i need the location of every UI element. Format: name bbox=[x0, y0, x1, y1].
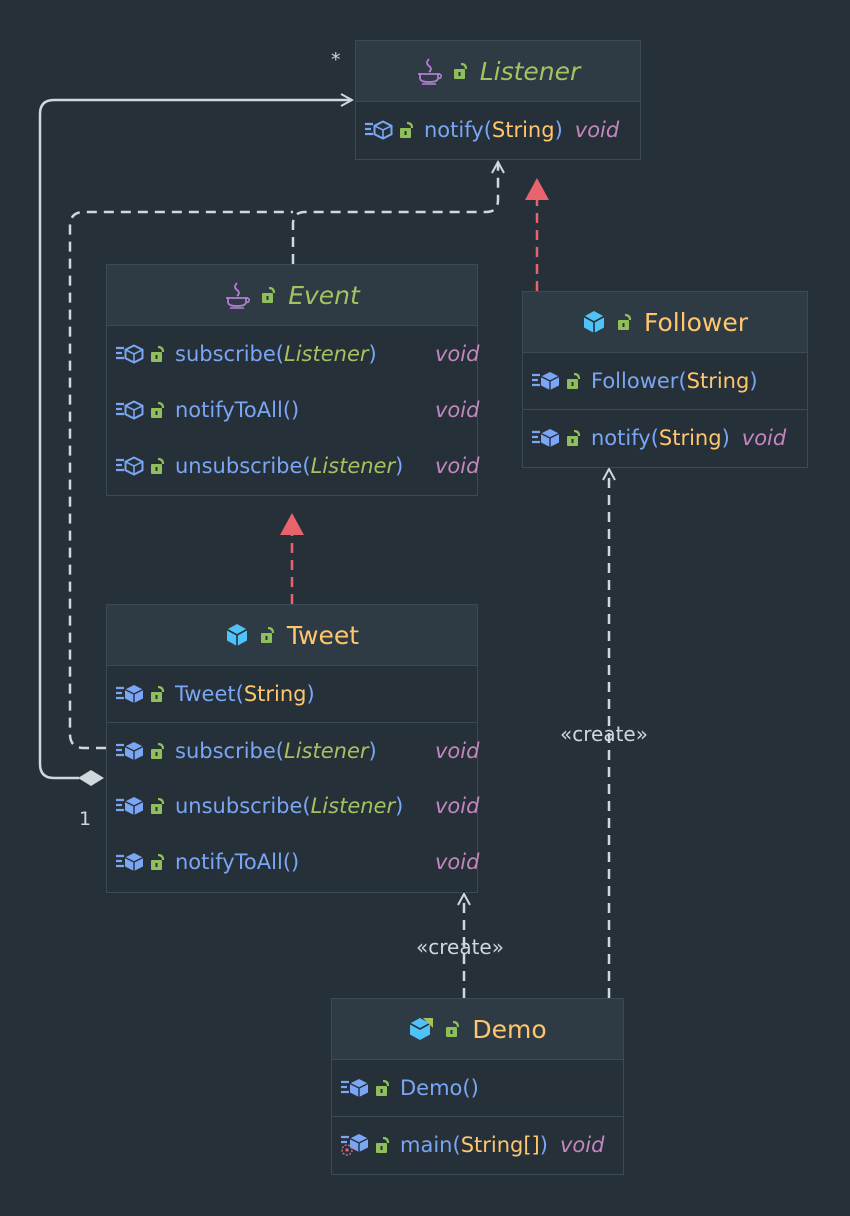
main-class-icon bbox=[408, 1016, 434, 1042]
class-header: Demo bbox=[332, 999, 623, 1060]
method-signature: notifyToAll() bbox=[175, 398, 300, 422]
return-type: void bbox=[435, 738, 480, 763]
public-unlock-icon bbox=[374, 1078, 392, 1098]
return-type: void bbox=[741, 425, 787, 450]
method-signature: subscribe(Listener) bbox=[175, 738, 377, 763]
public-unlock-icon bbox=[149, 400, 167, 420]
public-unlock-icon bbox=[444, 1019, 462, 1039]
method-signature: main(String[]) bbox=[400, 1132, 548, 1157]
static-method-icon bbox=[340, 1133, 370, 1157]
public-unlock-icon bbox=[149, 796, 167, 816]
method-signature: Tweet(String) bbox=[175, 682, 315, 706]
aggregation-diamond bbox=[78, 770, 104, 786]
class-name: Follower bbox=[643, 307, 749, 337]
class-header: Listener bbox=[356, 41, 640, 102]
return-type: void bbox=[574, 118, 620, 142]
method-icon bbox=[115, 456, 145, 476]
method-signature: subscribe(Listener) bbox=[175, 342, 377, 366]
edge-event-listener bbox=[291, 162, 498, 264]
public-unlock-icon bbox=[398, 120, 416, 140]
class-header: Follower bbox=[523, 292, 807, 353]
method-row[interactable]: unsubscribe(Listener) void bbox=[107, 778, 480, 834]
constructor-row[interactable]: Tweet(String) bbox=[107, 666, 477, 722]
public-unlock-icon bbox=[565, 428, 583, 448]
class-cube-icon bbox=[582, 310, 606, 334]
public-unlock-icon bbox=[259, 625, 277, 645]
return-type: void bbox=[435, 850, 480, 874]
multiplicity-many: * bbox=[331, 49, 341, 71]
public-unlock-icon bbox=[260, 285, 278, 305]
java-interface-icon bbox=[224, 281, 251, 309]
method-row[interactable]: subscribe(Listener) void bbox=[107, 326, 480, 382]
method-signature: Demo() bbox=[400, 1076, 479, 1100]
class-demo[interactable]: Demo Demo() main(String[]) void bbox=[331, 998, 624, 1175]
method-icon bbox=[340, 1078, 370, 1098]
method-icon bbox=[115, 400, 145, 420]
class-listener[interactable]: Listener notify(String) void bbox=[355, 40, 641, 160]
class-name: Demo bbox=[472, 1014, 547, 1044]
method-icon bbox=[115, 852, 145, 872]
create-label-follower: «create» bbox=[560, 722, 648, 746]
method-icon bbox=[531, 371, 561, 391]
method-icon bbox=[364, 120, 394, 140]
public-unlock-icon bbox=[149, 344, 167, 364]
method-icon bbox=[115, 684, 145, 704]
return-type: void bbox=[435, 454, 480, 478]
public-unlock-icon bbox=[374, 1135, 392, 1155]
class-header: Event bbox=[107, 265, 477, 326]
method-row[interactable]: notify(String) void bbox=[356, 102, 640, 158]
method-row[interactable]: notify(String) void bbox=[523, 409, 807, 465]
method-icon bbox=[115, 344, 145, 364]
method-signature: unsubscribe(Listener) bbox=[175, 454, 404, 478]
method-row[interactable]: notifyToAll() void bbox=[107, 834, 480, 890]
public-unlock-icon bbox=[149, 741, 167, 761]
constructor-row[interactable]: Follower(String) bbox=[523, 353, 807, 409]
public-unlock-icon bbox=[452, 61, 470, 81]
create-label-tweet: «create» bbox=[416, 935, 504, 959]
method-icon bbox=[531, 428, 561, 448]
java-interface-icon bbox=[416, 57, 442, 85]
class-tweet[interactable]: Tweet Tweet(String) subscribe(Listener) … bbox=[106, 604, 480, 893]
method-row[interactable]: notifyToAll() void bbox=[107, 382, 480, 438]
method-signature: Follower(String) bbox=[591, 369, 758, 393]
class-event[interactable]: Event subscribe(Listener) void notifyToA… bbox=[106, 264, 480, 496]
method-signature: notifyToAll() bbox=[175, 850, 300, 874]
class-follower[interactable]: Follower Follower(String) notify(String)… bbox=[522, 291, 808, 468]
method-signature: notify(String) bbox=[424, 118, 563, 142]
method-row[interactable]: unsubscribe(Listener) void bbox=[107, 438, 480, 494]
method-row[interactable]: subscribe(Listener) void bbox=[107, 722, 480, 778]
method-signature: unsubscribe(Listener) bbox=[175, 794, 404, 818]
return-type: void bbox=[435, 398, 480, 422]
public-unlock-icon bbox=[565, 371, 583, 391]
method-icon bbox=[115, 796, 145, 816]
class-name: Tweet bbox=[286, 620, 360, 650]
public-unlock-icon bbox=[149, 456, 167, 476]
method-row[interactable]: main(String[]) void bbox=[332, 1116, 623, 1172]
return-type: void bbox=[559, 1132, 605, 1157]
multiplicity-one: 1 bbox=[79, 808, 92, 830]
constructor-row[interactable]: Demo() bbox=[332, 1060, 623, 1116]
public-unlock-icon bbox=[149, 684, 167, 704]
class-cube-icon bbox=[225, 623, 249, 647]
return-type: void bbox=[435, 342, 480, 366]
class-header: Tweet bbox=[107, 605, 477, 666]
public-unlock-icon bbox=[149, 852, 167, 872]
return-type: void bbox=[435, 794, 480, 818]
method-signature: notify(String) bbox=[591, 425, 730, 450]
method-icon bbox=[115, 741, 145, 761]
class-name: Listener bbox=[479, 56, 581, 86]
public-unlock-icon bbox=[616, 312, 634, 332]
class-name: Event bbox=[288, 280, 360, 310]
